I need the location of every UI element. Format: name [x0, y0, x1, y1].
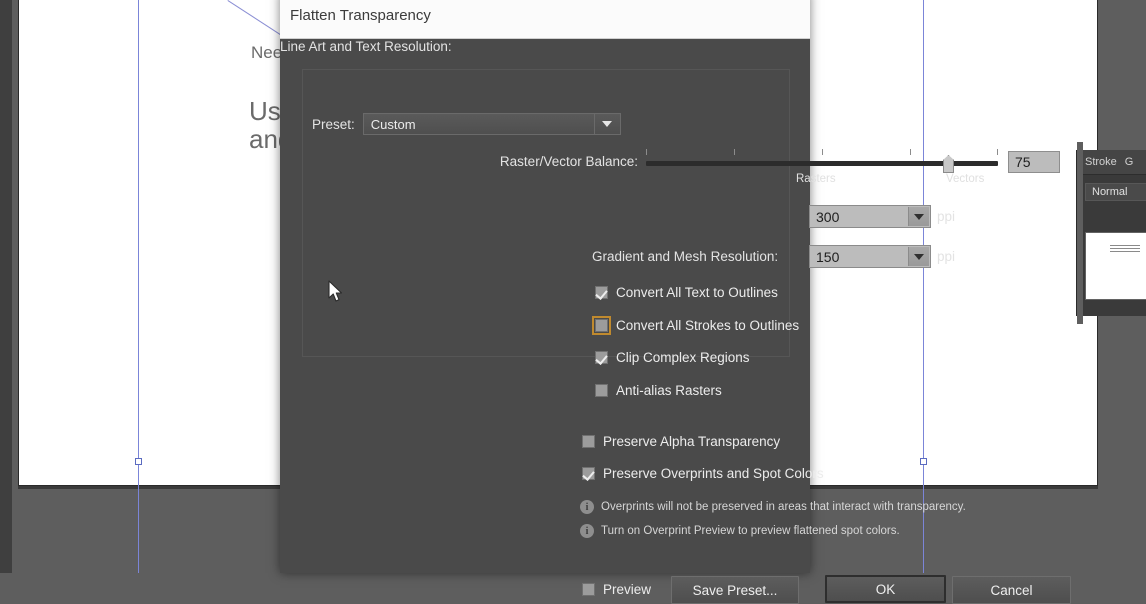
slider-tick-marks: [646, 149, 998, 156]
balance-value-input[interactable]: 75: [1008, 151, 1060, 173]
gradient-mesh-resolution-label: Gradient and Mesh Resolution:: [592, 249, 778, 264]
checkbox-anti-alias-rasters[interactable]: [595, 384, 608, 397]
chevron-down-icon: [914, 214, 924, 220]
vertical-guide-right: [923, 0, 924, 573]
blend-mode-row: Normal: [1077, 175, 1146, 207]
line-art-resolution-combo[interactable]: 300: [809, 205, 931, 228]
gradient-mesh-resolution-combo[interactable]: 150: [809, 245, 931, 268]
line-art-resolution-label: Line Art and Text Resolution:: [280, 39, 452, 54]
checkbox-label: Convert All Strokes to Outlines: [616, 318, 799, 333]
panel-tab-stroke[interactable]: Stroke: [1085, 156, 1117, 168]
anchor-point-right[interactable]: [920, 458, 927, 465]
flatten-transparency-dialog: Flatten Transparency Preset: Custom Rast…: [280, 0, 810, 573]
dock-edge: [1077, 142, 1083, 324]
dialog-body: Preset: Custom Raster/Vector Balance: Ra…: [280, 39, 810, 573]
slider-label-rasters: Rasters: [796, 173, 836, 185]
checkbox-label: Preview: [603, 582, 651, 597]
checkbox-row-preview[interactable]: Preview: [582, 582, 651, 597]
preset-select-value: Custom: [371, 117, 416, 132]
gradient-mesh-resolution-unit: ppi: [937, 249, 955, 264]
anchor-point-left[interactable]: [135, 458, 142, 465]
checkbox-row-convert-all-strokes-to-outlines[interactable]: Convert All Strokes to Outlines: [595, 318, 799, 333]
raster-vector-balance-label: Raster/Vector Balance:: [500, 154, 638, 169]
info-row-overprints: i Overprints will not be preserved in ar…: [580, 500, 966, 514]
gradient-mesh-resolution-value: 150: [816, 249, 839, 265]
line-art-resolution-arrow[interactable]: [908, 207, 929, 226]
chevron-down-icon: [914, 254, 924, 260]
chevron-down-icon: [602, 121, 612, 127]
vertical-guide-left: [138, 0, 139, 573]
slider-label-vectors: Vectors: [946, 173, 984, 185]
transparency-thumbnail[interactable]: [1085, 232, 1146, 300]
left-toolbar-rail: [0, 0, 12, 573]
info-text: Turn on Overprint Preview to preview fla…: [601, 525, 900, 537]
raster-vector-balance-slider[interactable]: Rasters Vectors: [646, 149, 998, 183]
checkbox-row-preserve-alpha-transparency[interactable]: Preserve Alpha Transparency: [582, 434, 780, 449]
checkbox-row-preserve-overprints-and-spot-colors[interactable]: Preserve Overprints and Spot Colors: [582, 466, 824, 481]
checkbox-row-convert-all-text-to-outlines[interactable]: Convert All Text to Outlines: [595, 285, 778, 300]
save-preset-button[interactable]: Save Preset...: [671, 576, 799, 604]
checkbox-label: Preserve Overprints and Spot Colors: [603, 466, 824, 481]
info-row-overprint-preview: i Turn on Overprint Preview to preview f…: [580, 524, 900, 538]
raster-vector-balance-row: Raster/Vector Balance:: [500, 154, 638, 169]
preset-select[interactable]: Custom: [363, 113, 621, 135]
checkbox-label: Convert All Text to Outlines: [616, 285, 778, 300]
dialog-title: Flatten Transparency: [290, 7, 431, 24]
line-art-resolution-value: 300: [816, 209, 839, 225]
checkbox-preserve-alpha-transparency[interactable]: [582, 435, 595, 448]
dialog-titlebar: Flatten Transparency: [280, 0, 810, 39]
info-icon: i: [580, 500, 594, 514]
cancel-button[interactable]: Cancel: [952, 576, 1071, 604]
slider-thumb[interactable]: [943, 155, 954, 173]
checkbox-row-anti-alias-rasters[interactable]: Anti-alias Rasters: [595, 383, 722, 398]
preset-row: Preset: Custom: [312, 113, 621, 135]
info-text: Overprints will not be preserved in area…: [601, 501, 966, 513]
info-icon: i: [580, 524, 594, 538]
checkbox-label: Anti-alias Rasters: [616, 383, 722, 398]
gradient-mesh-resolution-arrow[interactable]: [908, 247, 929, 266]
checkbox-convert-all-text-to-outlines[interactable]: [595, 286, 608, 299]
checkbox-label: Clip Complex Regions: [616, 350, 750, 365]
panel-tab-gradient[interactable]: G: [1125, 156, 1134, 168]
ok-button[interactable]: OK: [825, 575, 946, 603]
checkbox-preview[interactable]: [582, 583, 595, 596]
panel-tab-strip: Stroke G: [1077, 150, 1146, 175]
checkbox-row-clip-complex-regions[interactable]: Clip Complex Regions: [595, 350, 750, 365]
checkbox-clip-complex-regions[interactable]: [595, 351, 608, 364]
right-dock-panel: Stroke G Normal: [1076, 150, 1146, 316]
preset-select-arrow[interactable]: [594, 114, 620, 134]
preset-label: Preset:: [312, 117, 355, 132]
line-art-resolution-unit: ppi: [937, 209, 955, 224]
thumbnail-content: [1110, 245, 1140, 253]
checkbox-label: Preserve Alpha Transparency: [603, 434, 780, 449]
checkbox-preserve-overprints-and-spot-colors[interactable]: [582, 467, 595, 480]
checkbox-convert-all-strokes-to-outlines[interactable]: [595, 319, 608, 332]
blend-mode-select[interactable]: Normal: [1085, 183, 1146, 201]
